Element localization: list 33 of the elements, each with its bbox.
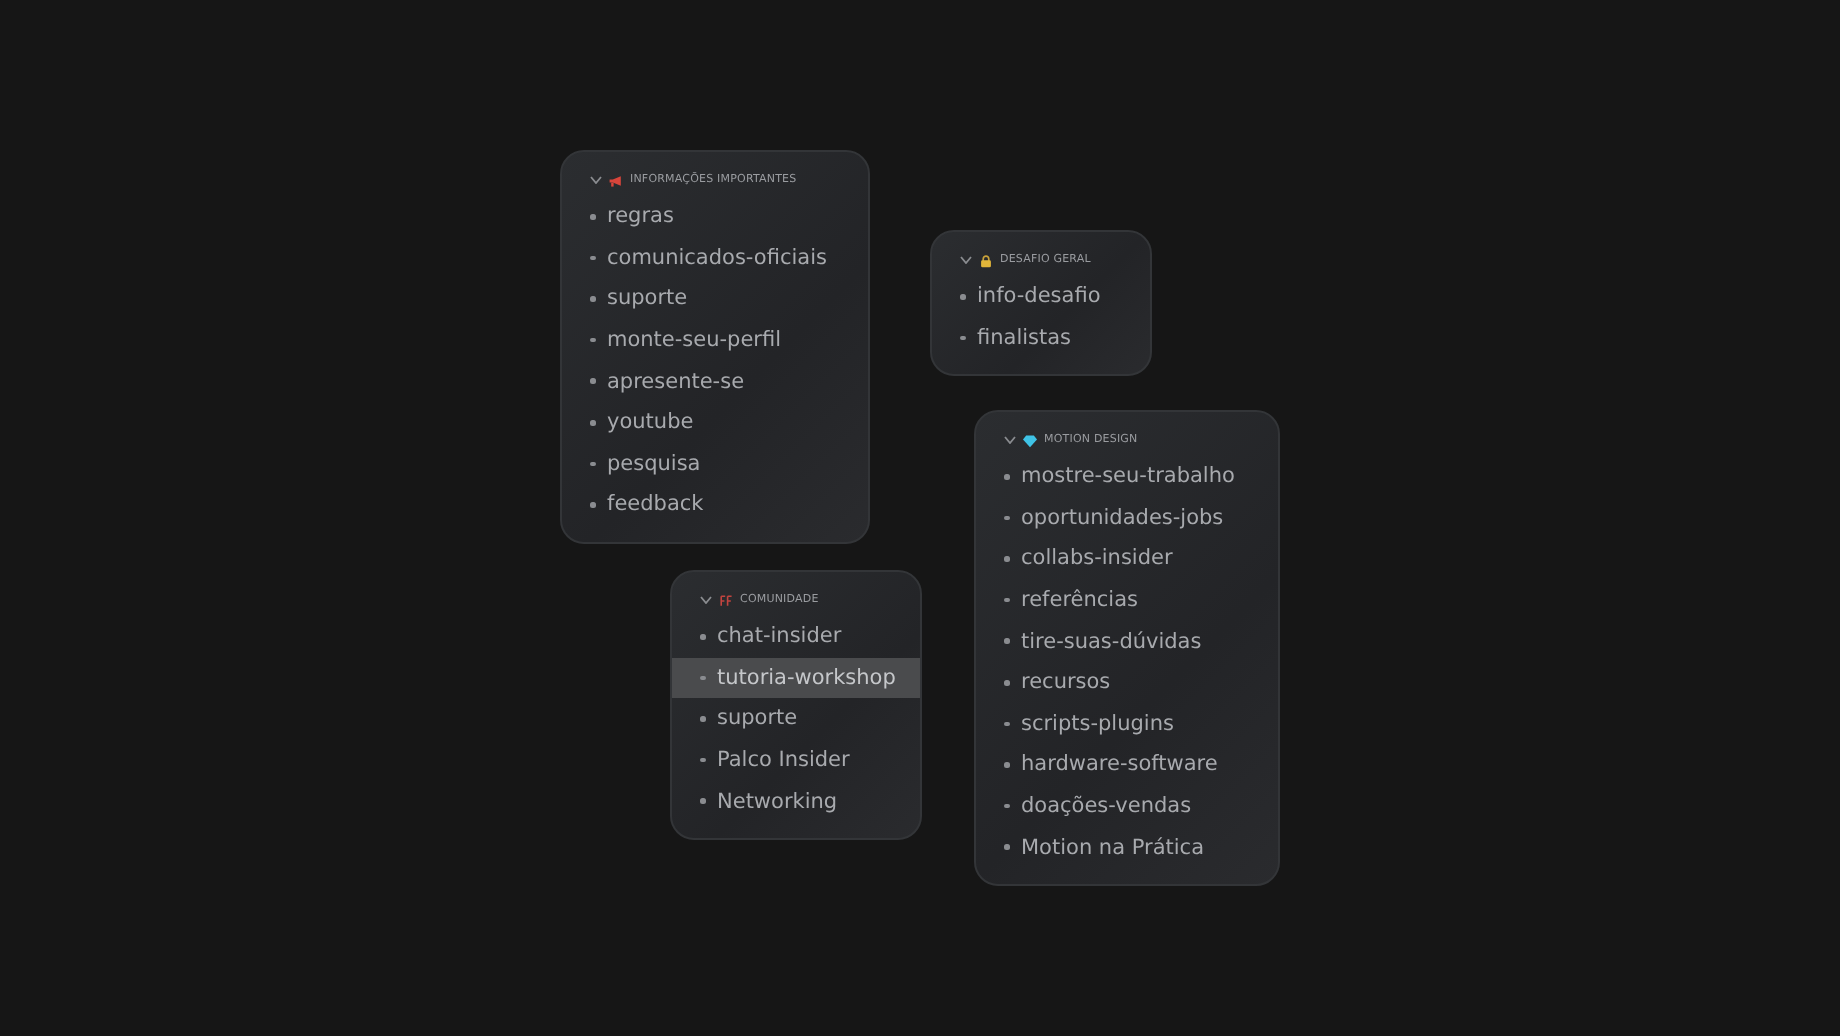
channel-item[interactable]: mostre-seu-trabalho xyxy=(976,456,1278,498)
channel-item[interactable]: tutoria-workshop xyxy=(672,657,920,699)
channel-item[interactable]: recursos xyxy=(976,661,1278,704)
channel-item[interactable]: scripts-plugins xyxy=(976,703,1278,745)
channel-item[interactable]: suporte xyxy=(672,698,920,740)
lock-icon xyxy=(978,253,994,267)
channel-item[interactable]: apresente-se xyxy=(562,360,868,402)
chevron-icon[interactable] xyxy=(700,596,712,604)
channel-item[interactable]: referências xyxy=(976,579,1278,621)
channel-item[interactable]: feedback xyxy=(562,484,868,526)
channel-item[interactable]: Motion na Prática xyxy=(976,826,1278,868)
channel-item[interactable]: hardware-software xyxy=(976,744,1278,786)
channel-item[interactable]: collabs-insider xyxy=(976,538,1278,580)
channel-item[interactable]: Palco Insider xyxy=(672,739,920,781)
channel-item[interactable]: pesquisa xyxy=(562,443,868,485)
channel-item[interactable]: finalistas xyxy=(932,317,1150,359)
flag-icon xyxy=(718,593,734,607)
channel-item[interactable]: regras xyxy=(562,196,868,238)
channel-item[interactable]: monte-seu-perfil xyxy=(562,319,868,361)
gem-icon xyxy=(1022,433,1038,447)
channel-item[interactable]: Networking xyxy=(672,780,920,822)
channel-item[interactable]: oportunidades-jobs xyxy=(976,497,1278,539)
channel-item[interactable]: youtube xyxy=(562,401,868,444)
channel-item[interactable]: suporte xyxy=(562,278,868,320)
channel-item[interactable]: info-desafio xyxy=(932,276,1150,318)
chevron-icon[interactable] xyxy=(1004,436,1016,444)
channel-item[interactable]: comunicados-oficiais xyxy=(562,237,868,279)
megaphone-icon xyxy=(608,173,624,187)
chevron-icon[interactable] xyxy=(960,256,972,264)
channel-item[interactable]: chat-insider xyxy=(672,616,920,658)
channel-item[interactable]: tire-suas-dúvidas xyxy=(976,620,1278,662)
channel-item[interactable]: doações-vendas xyxy=(976,785,1278,827)
chevron-icon[interactable] xyxy=(590,176,602,184)
